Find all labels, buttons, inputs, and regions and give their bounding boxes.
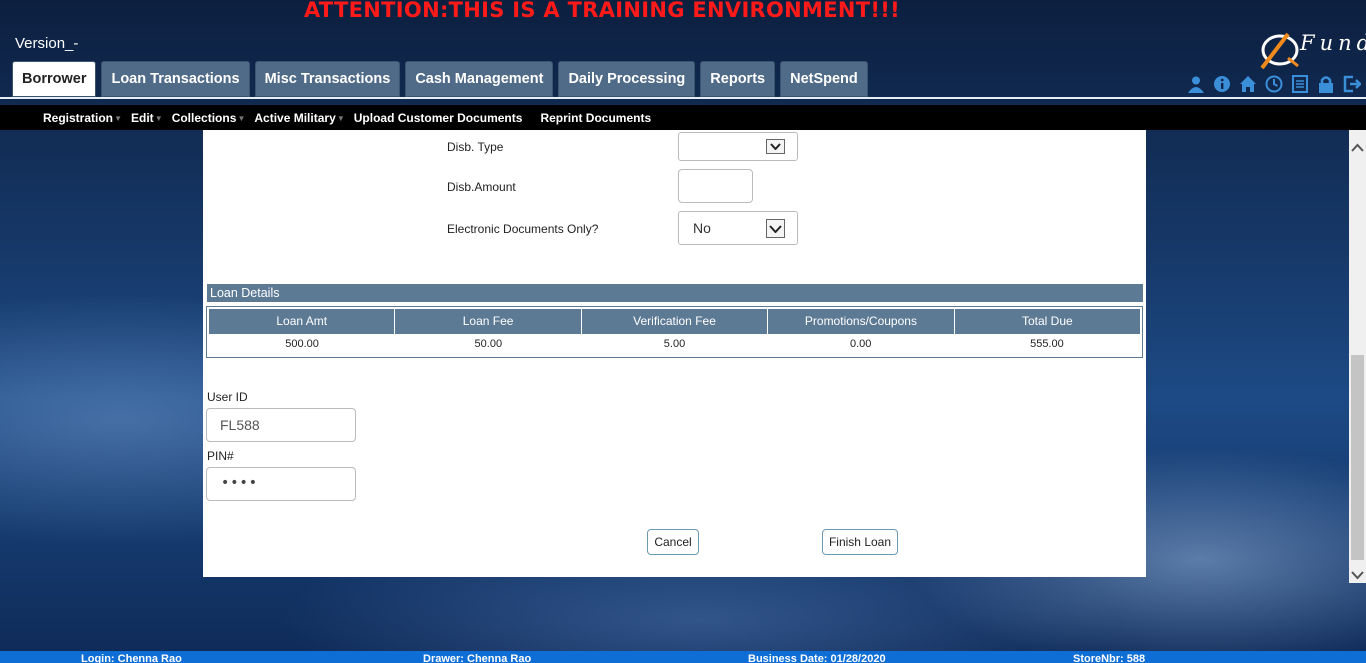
clock-icon[interactable] [1264,74,1284,94]
scroll-up-icon[interactable] [1351,138,1364,157]
disb-amount-input[interactable] [678,169,753,203]
training-banner: ATTENTION:THIS IS A TRAINING ENVIRONMENT… [304,0,901,22]
user-icon[interactable] [1186,74,1206,94]
tab-misc-transactions[interactable]: Misc Transactions [254,61,401,97]
lock-icon[interactable] [1316,74,1336,94]
scroll-down-icon[interactable] [1351,565,1364,584]
subnav-active-military[interactable]: Active Military ▼ [254,111,344,125]
chevron-down-icon: ▼ [114,113,123,123]
loan-form-panel: Disb. Type Disb.Amount Electronic Docume… [203,130,1146,577]
footer-business-date: Business Date: 01/28/2020 [748,653,886,663]
subnav-edit[interactable]: Edit ▼ [131,111,163,125]
tab-borrower[interactable]: Borrower [12,61,97,97]
disb-type-label: Disb. Type [447,140,504,154]
tab-loan-transactions[interactable]: Loan Transactions [101,61,250,97]
loan-details-header: Loan Details [207,284,1143,302]
toolbar-icons [1186,74,1362,94]
cell-verification-fee: 5.00 [663,338,686,350]
document-icon[interactable] [1290,74,1310,94]
disb-type-select[interactable] [678,132,798,161]
chevron-down-icon: ▼ [336,113,345,123]
status-footer: Login: Chenna Rao Drawer: Chenna Rao Bus… [0,651,1366,663]
footer-drawer: Drawer: Chenna Rao [423,653,532,663]
column-promotions: Promotions/Coupons [768,309,955,334]
qfund-logo: Fund [1258,28,1366,72]
chevron-down-icon [766,219,785,238]
main-tabs: Borrower Loan Transactions Misc Transact… [12,61,868,97]
electronic-docs-label: Electronic Documents Only? [447,222,599,236]
finish-loan-button[interactable]: Finish Loan [822,529,898,555]
pin-label: PIN# [207,449,234,463]
tab-cash-management[interactable]: Cash Management [405,61,554,97]
footer-store: StoreNbr: 588 [1073,653,1146,663]
chevron-down-icon: ▼ [237,113,246,123]
chevron-down-icon: ▼ [154,113,163,123]
cell-promotions: 0.00 [850,338,872,350]
subnav-reprint-documents[interactable]: Reprint Documents [540,111,651,125]
subnav-upload-documents[interactable]: Upload Customer Documents [354,111,523,125]
tab-daily-processing[interactable]: Daily Processing [558,61,696,97]
column-total-due: Total Due [954,309,1141,334]
column-verification-fee: Verification Fee [581,309,769,334]
scrollbar-thumb[interactable] [1351,355,1364,560]
chevron-down-icon [766,139,785,154]
home-icon[interactable] [1238,74,1258,94]
cell-loan-fee: 50.00 [474,338,503,350]
footer-login: Login: Chenna Rao [81,653,182,663]
tab-netspend[interactable]: NetSpend [780,61,868,97]
cell-loan-amt: 500.00 [285,338,319,350]
info-icon[interactable] [1212,74,1232,94]
header-divider [0,97,1366,99]
table-header-row: Loan Amt Loan Fee Verification Fee Promo… [209,309,1141,334]
logo-text: Fund [1300,31,1366,55]
pin-input[interactable]: •••• [206,467,356,501]
electronic-docs-select[interactable]: No [678,211,798,245]
disb-amount-label: Disb.Amount [447,180,516,194]
user-id-input[interactable]: FL588 [206,408,356,442]
page-scrollbar[interactable] [1349,130,1366,583]
cell-total-due: 555.00 [1030,338,1064,350]
subnav-collections[interactable]: Collections ▼ [172,111,246,125]
loan-details-table: Loan Amt Loan Fee Verification Fee Promo… [206,306,1143,358]
column-loan-amt: Loan Amt [209,309,396,334]
version-label: Version_- [15,35,79,52]
sub-navigation: Registration ▼ Edit ▼ Collections ▼ Active … [0,105,1366,130]
tab-reports[interactable]: Reports [700,61,776,97]
logout-icon[interactable] [1342,74,1362,94]
table-row: 500.00 50.00 5.00 0.00 555.00 [209,334,1140,354]
user-id-label: User ID [207,390,248,404]
subnav-registration[interactable]: Registration ▼ [43,111,122,125]
cancel-button[interactable]: Cancel [647,529,699,555]
column-loan-fee: Loan Fee [395,309,582,334]
